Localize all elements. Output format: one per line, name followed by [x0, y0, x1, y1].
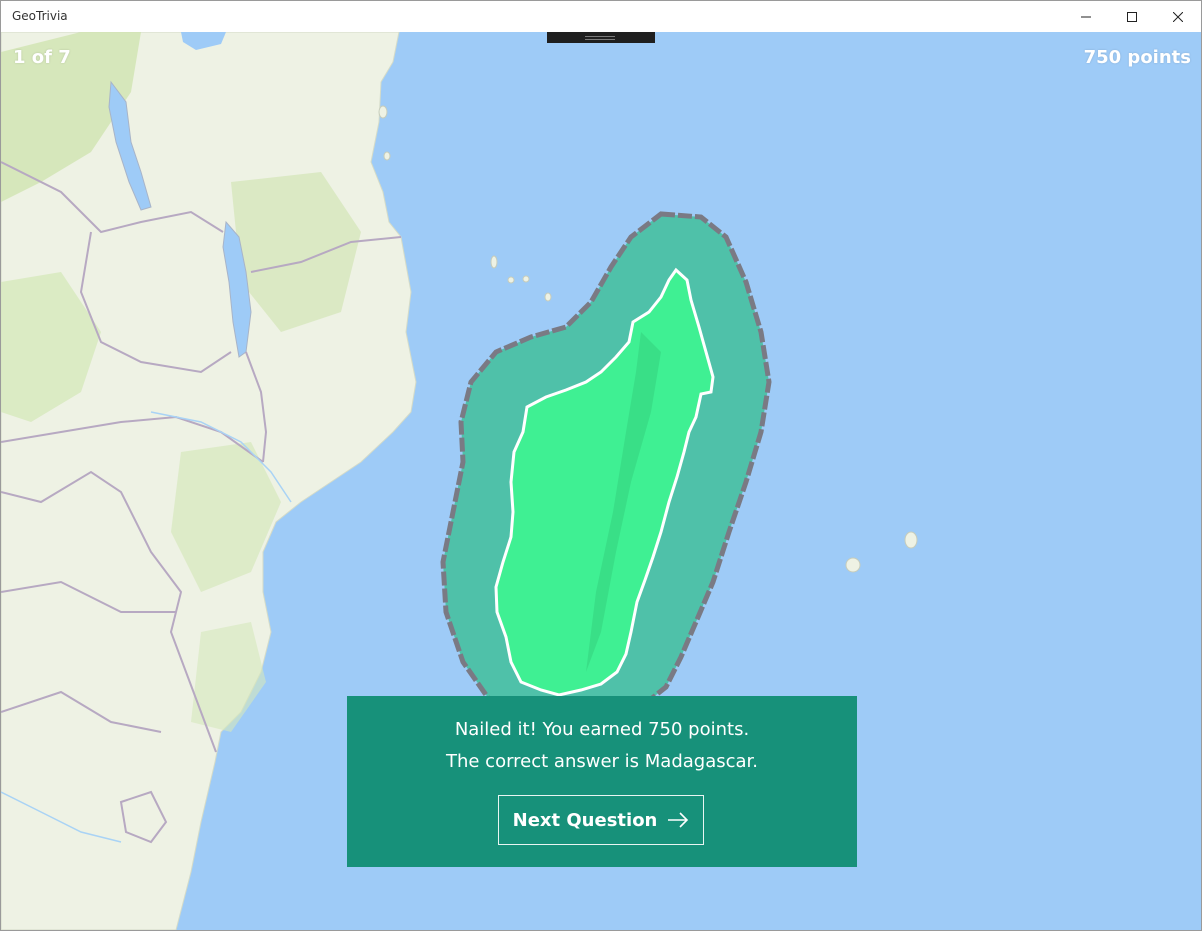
maximize-button[interactable]: [1109, 1, 1155, 32]
app-title: GeoTrivia: [12, 9, 68, 23]
app-window: GeoTrivia 1 of 7 750 points Nailed it! Y…: [0, 0, 1202, 931]
next-question-label: Next Question: [512, 809, 658, 831]
close-button[interactable]: [1155, 1, 1201, 32]
score-display: 750 points: [1083, 47, 1191, 68]
title-bar[interactable]: GeoTrivia: [1, 1, 1201, 32]
island: [383, 151, 391, 161]
island: [845, 557, 861, 573]
question-progress: 1 of 7: [13, 47, 71, 68]
result-message: Nailed it! You earned 750 points.: [454, 719, 750, 740]
result-panel: Nailed it! You earned 750 points. The co…: [347, 696, 857, 867]
island: [522, 275, 530, 283]
grip-line: [585, 36, 615, 37]
grip-line: [585, 39, 615, 40]
minimize-icon: [1081, 16, 1091, 17]
correct-answer-text: The correct answer is Madagascar.: [445, 751, 759, 772]
close-icon: [1173, 11, 1183, 22]
map-view[interactable]: 1 of 7 750 points Nailed it! You earned …: [1, 32, 1201, 930]
island: [490, 255, 498, 269]
next-question-button[interactable]: Next Question: [498, 795, 704, 845]
maximize-icon: [1127, 11, 1137, 22]
island: [904, 531, 918, 549]
island: [544, 292, 552, 302]
arrow-right-icon: [668, 812, 689, 828]
island: [507, 276, 515, 284]
island: [378, 105, 388, 119]
minimize-button[interactable]: [1063, 1, 1109, 32]
drag-handle[interactable]: [547, 32, 655, 43]
